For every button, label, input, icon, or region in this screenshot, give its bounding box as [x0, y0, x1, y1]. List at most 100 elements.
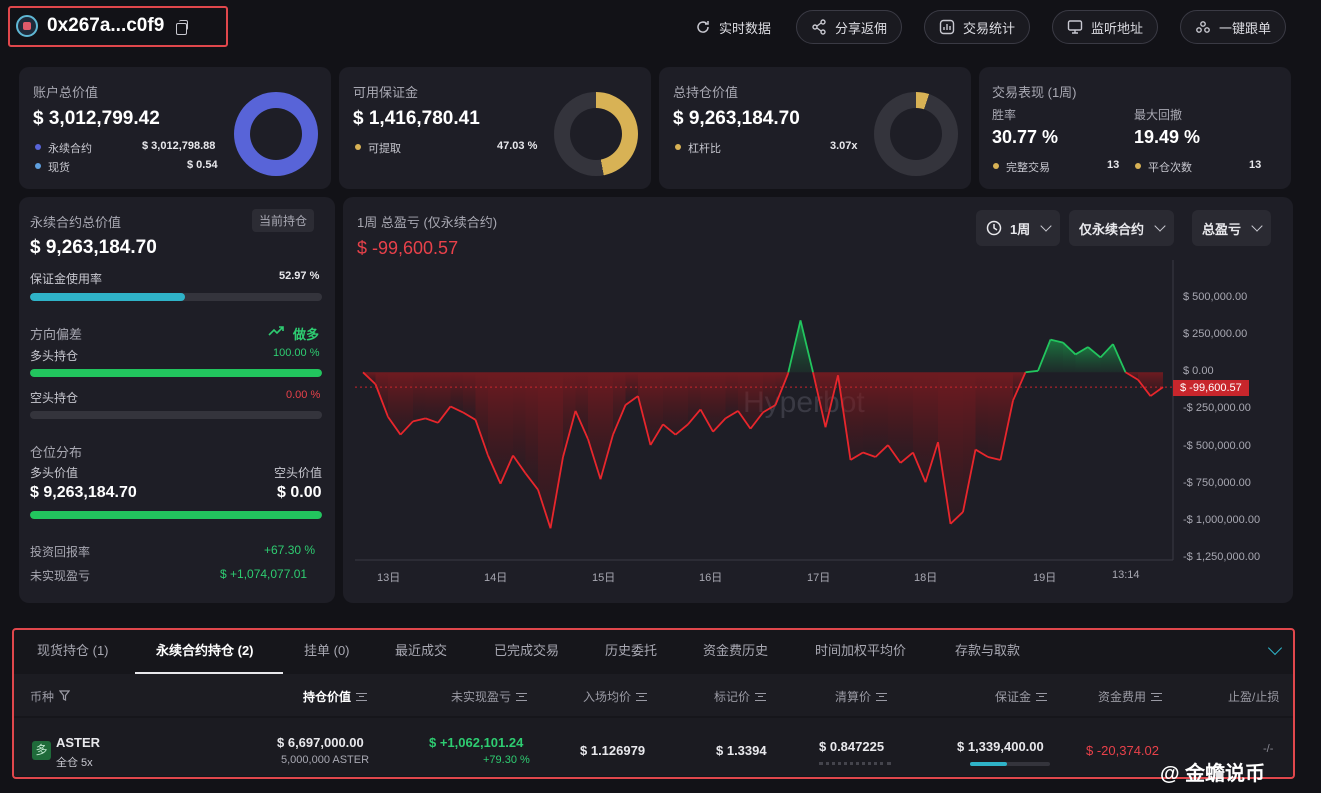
tab-2[interactable]: 挂单 (0): [304, 640, 350, 659]
header-5[interactable]: 清算价: [835, 688, 888, 705]
sort-icon[interactable]: [1036, 692, 1048, 701]
share-button[interactable]: 分享返佣: [796, 10, 903, 44]
pnl-area-segment: [613, 372, 626, 435]
x-tick-label: 17日: [807, 572, 831, 584]
y-tick-label: -$ 250,000.00: [1183, 402, 1251, 415]
pnl-area-segment: [475, 372, 488, 456]
tab-3[interactable]: 最近成交: [395, 640, 447, 659]
realtime-button[interactable]: 实时数据: [680, 10, 786, 44]
copy-trade-label: 一键跟单: [1219, 20, 1272, 36]
pnl-area-segment: [938, 372, 951, 524]
pnl-area-segment: [900, 372, 913, 463]
drawdown-label: 最大回撤: [1134, 108, 1183, 122]
close-count: 13: [1249, 159, 1262, 171]
sort-icon[interactable]: [755, 692, 767, 701]
pnl-value: $ -99,600.57: [357, 238, 459, 258]
spot-dot: [35, 163, 41, 169]
funding-fee: $ -20,374.02: [1086, 743, 1160, 758]
pos-value: $ 6,697,000.00: [277, 735, 364, 750]
coin-name[interactable]: ASTER: [56, 735, 100, 750]
header-8[interactable]: 止盈/止损: [1228, 688, 1279, 705]
tpsl-value[interactable]: -/-: [1263, 743, 1273, 755]
bias-label: 方向偏差: [30, 327, 83, 342]
complete-count: 13: [1107, 159, 1120, 171]
header-7[interactable]: 资金费用: [1098, 688, 1163, 705]
chevron-down-icon: [1154, 220, 1166, 232]
total-value-title: 账户总价值: [33, 85, 99, 100]
short-bar: [30, 411, 322, 419]
short-value-label: 空头价值: [274, 466, 323, 480]
y-tick-label: -$ 1,000,000.00: [1183, 513, 1261, 526]
header-label: 止盈/止损: [1228, 690, 1280, 704]
withdrawable-value: 47.03 %: [497, 140, 538, 152]
y-tick-label: $ 250,000.00: [1183, 328, 1248, 341]
mark-price: $ 1.3394: [716, 743, 767, 758]
margin-row-bar: [970, 762, 1050, 766]
upnl-value: $ +1,074,077.01: [220, 567, 308, 581]
stats-button[interactable]: 交易统计: [924, 10, 1031, 44]
current-position-tag[interactable]: 当前持仓: [252, 209, 315, 232]
pnl-area-segment: [950, 372, 963, 524]
total-value-donut: [234, 92, 318, 176]
tab-5[interactable]: 历史委托: [605, 640, 657, 659]
x-tick-label: 13日: [377, 572, 401, 584]
long-value: $ 9,263,184.70: [30, 484, 137, 501]
sort-icon[interactable]: [876, 692, 888, 701]
position-value: $ 9,263,184.70: [673, 108, 800, 129]
pnl-area-segment: [400, 372, 413, 435]
chevron-down-icon: [1040, 220, 1052, 232]
metric-dropdown[interactable]: 总盈亏: [1192, 210, 1272, 246]
margin-usage-value: 52.97 %: [279, 270, 320, 282]
tab-6[interactable]: 资金费历史: [703, 640, 768, 659]
header-6[interactable]: 保证金: [995, 688, 1048, 705]
chevron-down-icon: [1251, 220, 1263, 232]
sort-icon[interactable]: [1151, 692, 1163, 701]
monitor-button[interactable]: 监听地址: [1052, 10, 1159, 44]
header-0[interactable]: 币种: [30, 688, 71, 705]
pnl-area-segment: [550, 372, 563, 529]
pnl-area-segment: [700, 372, 713, 432]
long-value-label: 多头价值: [30, 466, 79, 480]
dist-bar: [30, 511, 322, 519]
header-4[interactable]: 标记价: [714, 688, 767, 705]
leverage-dot: [675, 144, 681, 150]
pnl-area-segment: [600, 372, 613, 480]
win-rate-label: 胜率: [992, 108, 1017, 122]
sort-icon[interactable]: [516, 692, 528, 701]
pnl-area-segment: [413, 372, 426, 422]
scope-dropdown[interactable]: 仅永续合约: [1069, 210, 1175, 246]
header-2[interactable]: 未实现盈亏: [451, 688, 528, 705]
copy-icon[interactable]: [176, 20, 188, 35]
tab-1[interactable]: 永续合约持仓 (2): [156, 640, 254, 659]
pnl-area-segment: [1063, 342, 1076, 373]
share-label: 分享返佣: [835, 20, 888, 36]
tab-4[interactable]: 已完成交易: [494, 640, 559, 659]
roi-label: 投资回报率: [30, 545, 91, 559]
upnl-row: $ +1,062,101.24: [429, 735, 524, 750]
pnl-area-segment: [863, 372, 876, 457]
refresh-icon: [695, 19, 711, 35]
pnl-area-segment: [500, 372, 513, 484]
header-1[interactable]: 持仓价值: [303, 688, 368, 705]
header-3[interactable]: 入场均价: [583, 688, 648, 705]
tab-7[interactable]: 时间加权平均价: [815, 640, 906, 659]
long-label: 多头持仓: [30, 349, 79, 363]
period-dropdown[interactable]: 1周: [976, 210, 1061, 246]
metric-label: 总盈亏: [1202, 221, 1242, 237]
filter-icon[interactable]: [58, 689, 71, 704]
tab-8[interactable]: 存款与取款: [955, 640, 1020, 659]
sort-icon[interactable]: [636, 692, 648, 701]
pnl-area-segment: [975, 372, 988, 457]
pos-size: 5,000,000 ASTER: [281, 754, 370, 766]
header-label: 入场均价: [583, 690, 632, 704]
short-value: $ 0.00: [277, 484, 322, 501]
sort-icon[interactable]: [356, 692, 368, 701]
roi-value: +67.30 %: [264, 543, 316, 557]
long-pct: 100.00 %: [273, 347, 320, 359]
monitor-icon: [1067, 19, 1083, 35]
pnl-area-segment: [1100, 344, 1113, 373]
tab-0[interactable]: 现货持仓 (1): [37, 640, 109, 659]
header-label: 未实现盈亏: [451, 690, 512, 704]
copy-trade-button[interactable]: 一键跟单: [1180, 10, 1287, 44]
entry-price: $ 1.126979: [580, 743, 646, 758]
